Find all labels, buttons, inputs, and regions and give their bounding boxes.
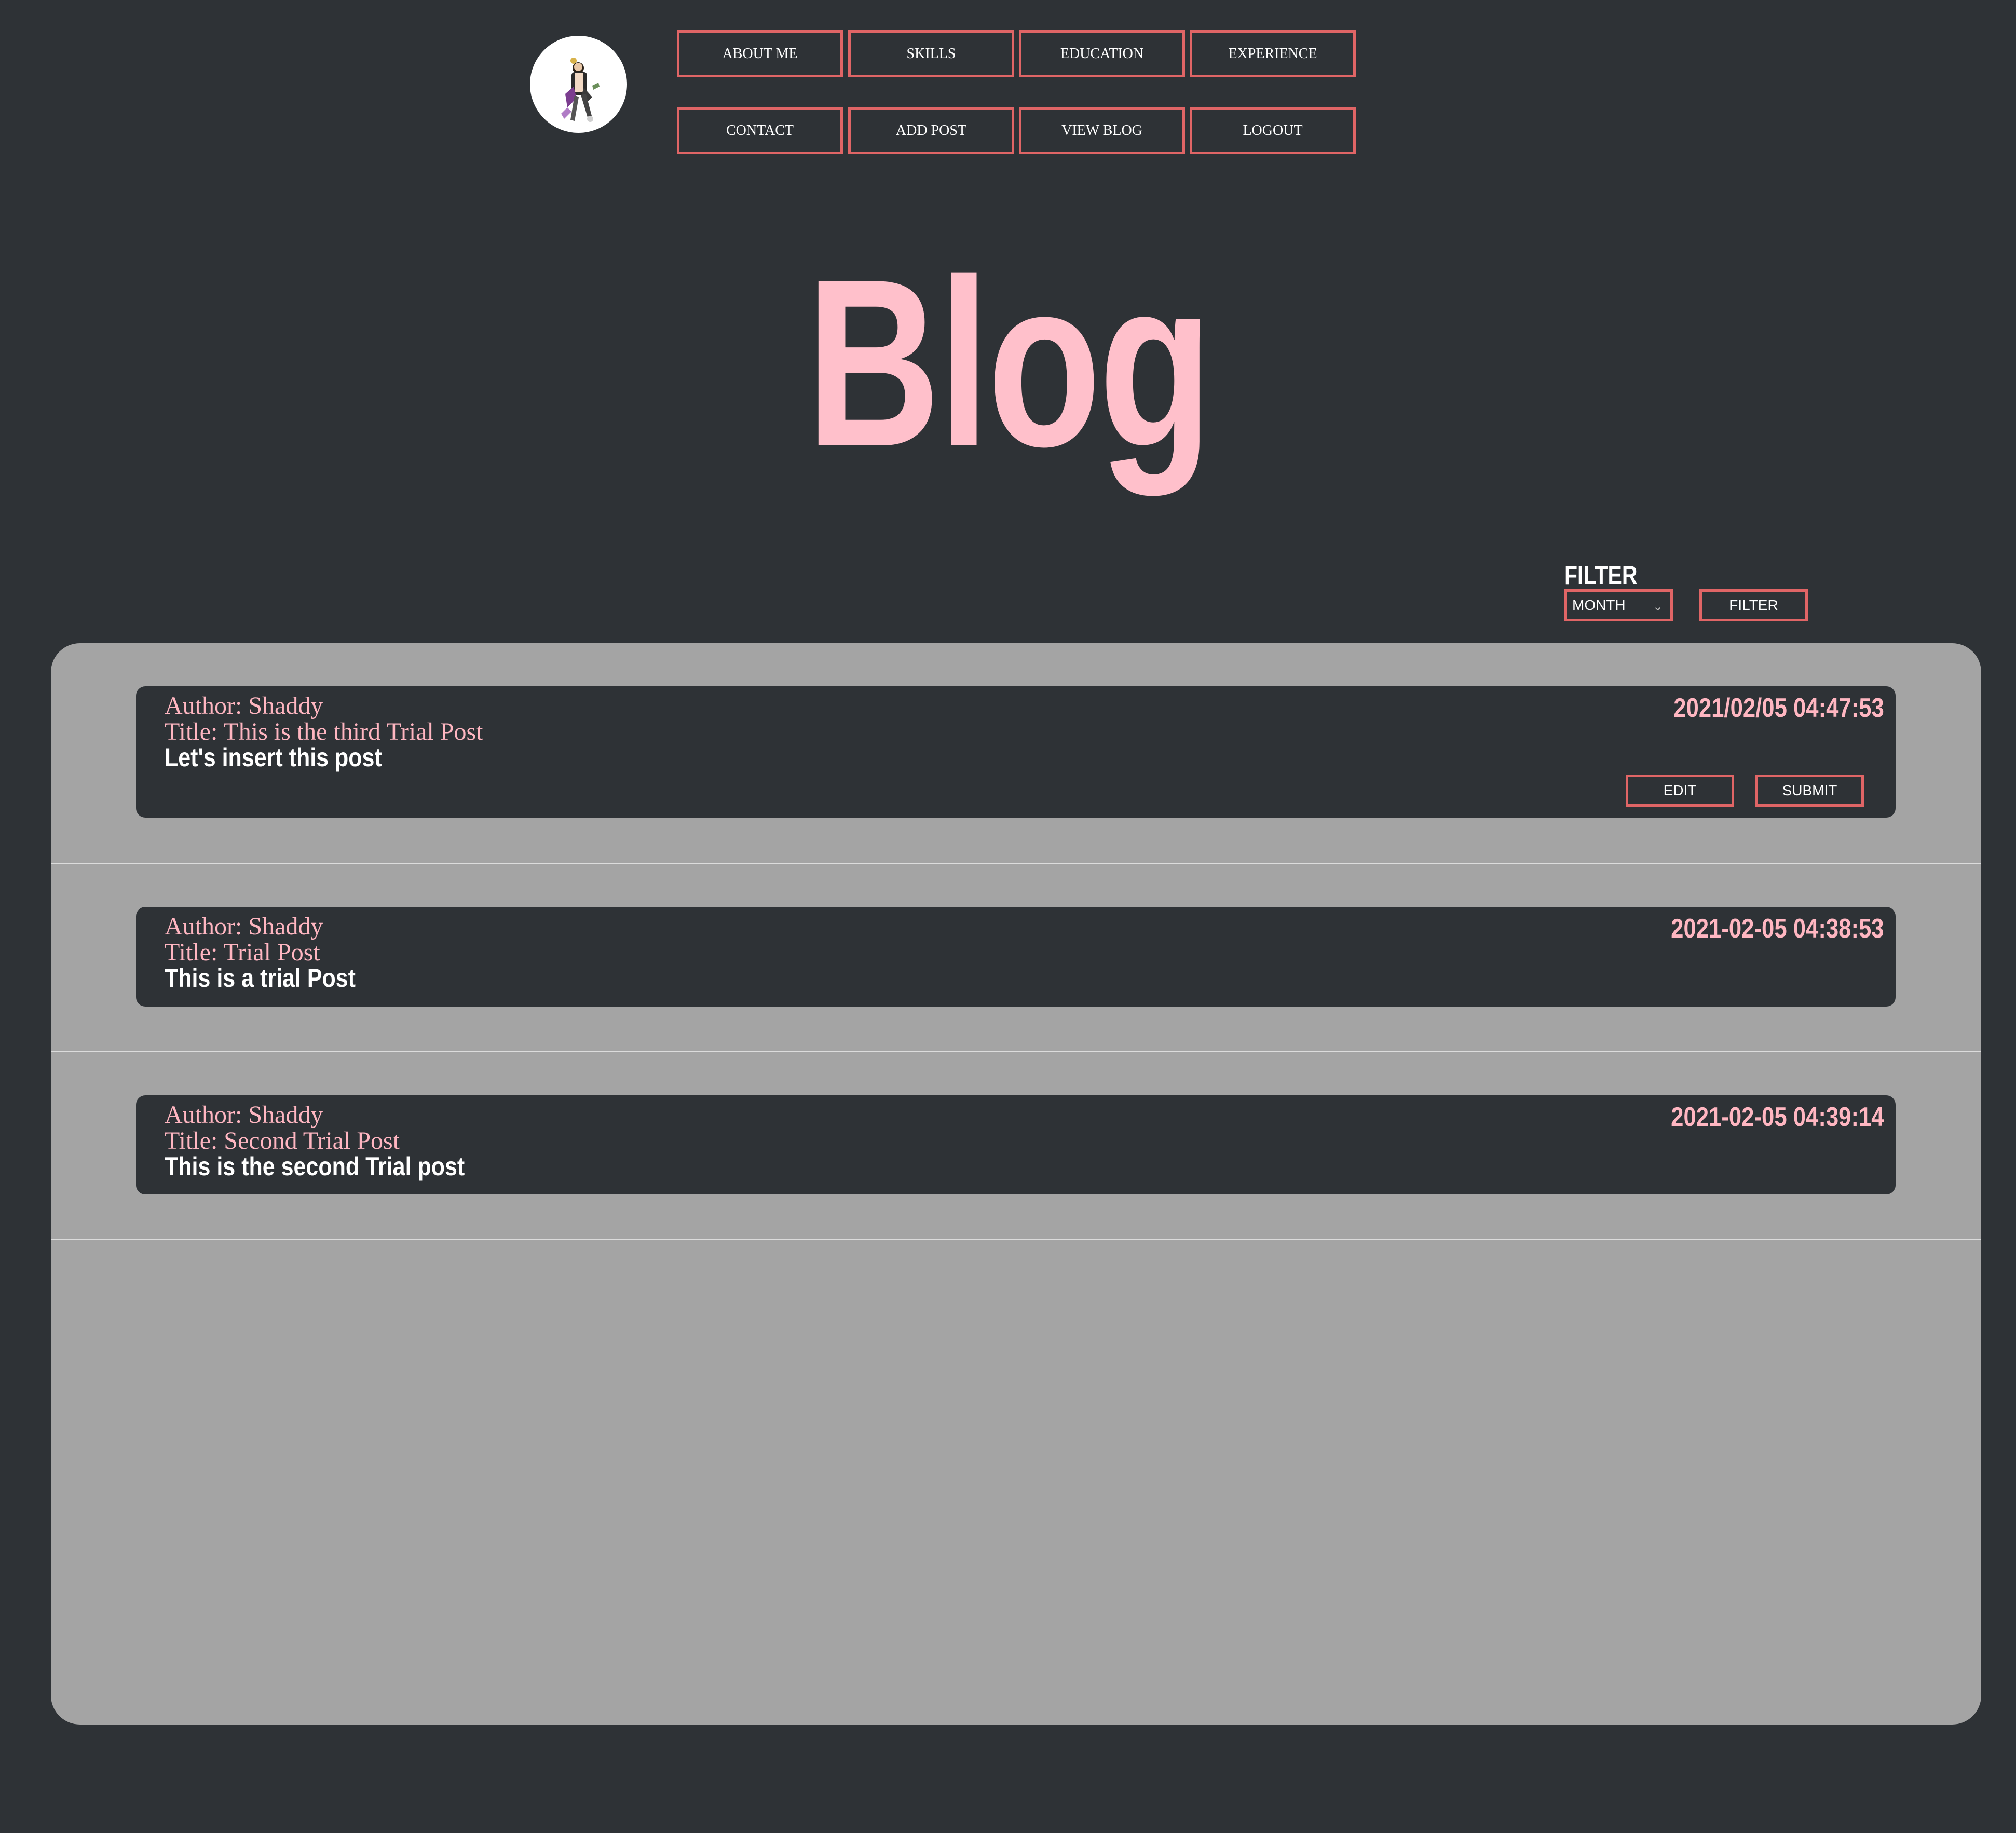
post-timestamp: 2021/02/05 04:47:53 (1673, 693, 1884, 723)
nav-education-button[interactable]: EDUCATION (1019, 30, 1185, 77)
post-divider (51, 1239, 1981, 1240)
post-body: This is the second Trial post (165, 1152, 465, 1181)
post-divider (51, 863, 1981, 864)
post-card: Author: Shaddy Title: Second Trial Post … (136, 1095, 1896, 1194)
submit-button[interactable]: SUBMIT (1755, 775, 1864, 807)
filter-select-value: MONTH (1572, 597, 1626, 613)
filter-button[interactable]: FILTER (1699, 589, 1808, 621)
post-card: Author: Shaddy Title: Trial Post This is… (136, 907, 1896, 1007)
filter-label: FILTER (1564, 561, 1638, 590)
post-timestamp: 2021-02-05 04:39:14 (1671, 1102, 1884, 1132)
nav-add-post-button[interactable]: ADD POST (848, 107, 1014, 154)
nav-about-me-button[interactable]: ABOUT ME (677, 30, 843, 77)
nav-logout-button[interactable]: LOGOUT (1190, 107, 1356, 154)
post-title: Title: This is the third Trial Post (165, 718, 483, 745)
filter-month-select[interactable]: MONTH ⌄ (1564, 589, 1673, 621)
edit-button[interactable]: EDIT (1626, 775, 1734, 807)
post-card: Author: Shaddy Title: This is the third … (136, 686, 1896, 818)
post-title: Title: Second Trial Post (165, 1127, 400, 1155)
avatar-cartoon-icon (561, 58, 600, 122)
avatar[interactable] (530, 36, 627, 133)
nav-contact-button[interactable]: CONTACT (677, 107, 843, 154)
nav-experience-button[interactable]: EXPERIENCE (1190, 30, 1356, 77)
post-author: Author: Shaddy (165, 1101, 323, 1129)
page-title: Blog (806, 230, 1213, 496)
post-author: Author: Shaddy (165, 913, 323, 940)
nav-skills-button[interactable]: SKILLS (848, 30, 1014, 77)
post-divider (51, 1051, 1981, 1052)
post-timestamp: 2021-02-05 04:38:53 (1671, 914, 1884, 944)
chevron-down-icon: ⌄ (1652, 600, 1663, 614)
post-title: Title: Trial Post (165, 939, 320, 966)
nav-view-blog-button[interactable]: VIEW BLOG (1019, 107, 1185, 154)
post-body: Let's insert this post (165, 743, 382, 772)
post-author: Author: Shaddy (165, 692, 323, 719)
post-body: This is a trial Post (165, 963, 356, 993)
